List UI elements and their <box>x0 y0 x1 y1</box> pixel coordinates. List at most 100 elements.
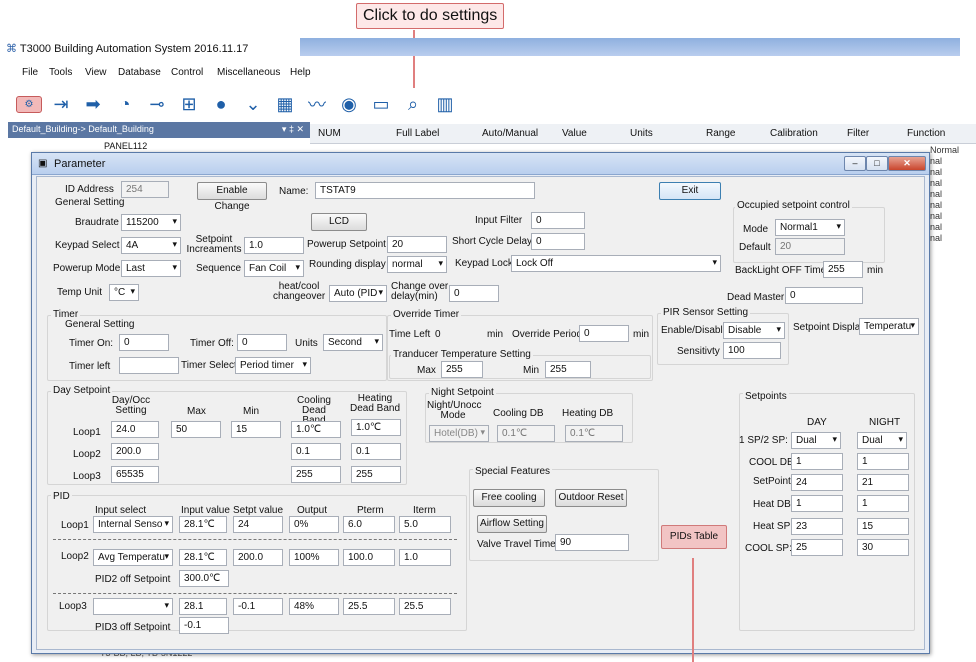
pir-enable-select[interactable]: Disable ▾ <box>723 322 785 339</box>
graph-icon[interactable]: 〰 <box>304 91 330 117</box>
pid-loop1-pterm[interactable]: 6.0 <box>343 516 395 533</box>
tree-pin-controls[interactable]: ▾ ‡ ✕ <box>282 124 304 135</box>
loop2-heat-db[interactable]: 0.1 <box>351 443 401 460</box>
exit-button[interactable]: Exit <box>659 182 721 200</box>
menu-help[interactable]: Help <box>290 67 311 78</box>
col-auto-manual[interactable]: Auto/Manual <box>482 128 538 139</box>
loop1-min[interactable]: 15 <box>231 421 281 438</box>
backlight-field[interactable]: 255 <box>823 261 863 278</box>
timer-on-field[interactable]: 0 <box>119 334 169 351</box>
chevron-down-circle-icon[interactable]: ⌄ <box>240 91 266 117</box>
sp-day-heatsp[interactable]: 23 <box>791 518 843 535</box>
col-value[interactable]: Value <box>562 128 587 139</box>
change-over-field[interactable]: 0 <box>449 285 499 302</box>
input-filter-field[interactable]: 0 <box>531 212 585 229</box>
sp-night-heatdb[interactable]: 1 <box>857 495 909 512</box>
timer-off-field[interactable]: 0 <box>237 334 287 351</box>
loop1-dayocc[interactable]: 24.0 <box>111 421 159 438</box>
tag-icon[interactable]: ● <box>208 91 234 117</box>
close-icon[interactable]: ✕ <box>888 156 926 171</box>
powerup-setpoint-field[interactable]: 20 <box>387 236 447 253</box>
tree-item-panel[interactable]: PANEL112 <box>104 141 147 151</box>
pir-sensitivity-field[interactable]: 100 <box>723 342 781 359</box>
loop2-dayocc[interactable]: 200.0 <box>111 443 159 460</box>
pid-loop3-pterm[interactable]: 25.5 <box>343 598 395 615</box>
search-icon[interactable]: ⌕ <box>400 91 426 117</box>
sp-day-1sp2sp[interactable]: Dual ▾ <box>791 432 841 449</box>
menu-control[interactable]: Control <box>171 67 203 78</box>
pid-loop1-input-select[interactable]: Internal Senso ▾ <box>93 516 173 533</box>
lcd-button[interactable]: LCD <box>311 213 367 231</box>
menu-database[interactable]: Database <box>118 67 161 78</box>
dead-master-field[interactable]: 0 <box>785 287 863 304</box>
col-units[interactable]: Units <box>630 128 653 139</box>
disc-icon[interactable]: ◉ <box>336 91 362 117</box>
temp-unit-select[interactable]: °C ▾ <box>109 284 139 301</box>
pid-loop3-iterm[interactable]: 25.5 <box>399 598 451 615</box>
monitor-icon[interactable]: ▭ <box>368 91 394 117</box>
name-field[interactable]: TSTAT9 <box>315 182 535 199</box>
col-function[interactable]: Function <box>907 128 945 139</box>
sp-night-1sp2sp[interactable]: Dual ▾ <box>857 432 907 449</box>
sp-day-coolsp[interactable]: 25 <box>791 539 843 556</box>
transducer-min-field[interactable]: 255 <box>545 361 591 378</box>
pid-loop3-input-select[interactable]: ▾ <box>93 598 173 615</box>
outdoor-reset-button[interactable]: Outdoor Reset <box>555 489 627 507</box>
pid-loop2-pterm[interactable]: 100.0 <box>343 549 395 566</box>
override-period-field[interactable]: 0 <box>579 325 629 342</box>
loop2-cool-db[interactable]: 0.1 <box>291 443 341 460</box>
sp-night-setpoint[interactable]: 21 <box>857 474 909 491</box>
arrow-icon[interactable]: ➡ <box>80 91 106 117</box>
pid-loop2-iterm[interactable]: 1.0 <box>399 549 451 566</box>
short-cycle-field[interactable]: 0 <box>531 233 585 250</box>
pid3-off-setpoint-field[interactable]: -0.1 <box>179 617 229 634</box>
menu-view[interactable]: View <box>85 67 107 78</box>
rounding-select[interactable]: normal ▾ <box>387 256 447 273</box>
loop1-heat-db[interactable]: 1.0℃ <box>351 419 401 436</box>
pid2-off-setpoint-field[interactable]: 300.0℃ <box>179 570 229 587</box>
valve-travel-field[interactable]: 90 <box>555 534 629 551</box>
keyboard-icon[interactable]: ▦ <box>272 91 298 117</box>
menu-file[interactable]: File <box>22 67 38 78</box>
settings-gear-icon[interactable]: ⚙ <box>16 95 42 113</box>
powerup-mode-select[interactable]: Last ▾ <box>121 260 181 277</box>
minimize-icon[interactable]: – <box>844 156 866 171</box>
loop3-heat-db[interactable]: 255 <box>351 466 401 483</box>
pid-loop2-input-select[interactable]: Avg Temperatu ▾ <box>93 549 173 566</box>
building-icon[interactable]: ▥ <box>432 91 458 117</box>
transducer-max-field[interactable]: 255 <box>441 361 483 378</box>
loop1-cool-db[interactable]: 1.0℃ <box>291 421 341 438</box>
sequence-select[interactable]: Fan Coil ▾ <box>244 260 304 277</box>
setpoint-incr-field[interactable]: 1.0 <box>244 237 304 254</box>
pid-loop1-iterm[interactable]: 5.0 <box>399 516 451 533</box>
dialog-titlebar[interactable]: ▣ Parameter – □ ✕ <box>32 153 929 175</box>
baudrate-select[interactable]: 115200 ▾ <box>121 214 181 231</box>
keypad-lock-select[interactable]: Lock Off ▾ <box>511 255 721 272</box>
loop3-dayocc[interactable]: 65535 <box>111 466 159 483</box>
menu-tools[interactable]: Tools <box>49 67 72 78</box>
enable-change-button[interactable]: Enable Change <box>197 182 267 212</box>
maximize-icon[interactable]: □ <box>866 156 888 171</box>
network-icon[interactable]: ⊞ <box>176 91 202 117</box>
sp-night-heatsp[interactable]: 15 <box>857 518 909 535</box>
connect-icon[interactable]: ⇥ <box>48 91 74 117</box>
loop1-max[interactable]: 50 <box>171 421 221 438</box>
sp-day-cooldb[interactable]: 1 <box>791 453 843 470</box>
col-range[interactable]: Range <box>706 128 735 139</box>
airflow-setting-button[interactable]: Airflow Setting <box>477 515 547 533</box>
sp-night-coolsp[interactable]: 30 <box>857 539 909 556</box>
col-full-label[interactable]: Full Label <box>396 128 439 139</box>
mode-select[interactable]: Normal1 ▾ <box>775 219 845 236</box>
timer-select[interactable]: Period timer ▾ <box>235 357 311 374</box>
pids-table-button[interactable]: PIDs Table <box>661 525 727 549</box>
loop3-cool-db[interactable]: 255 <box>291 466 341 483</box>
col-filter[interactable]: Filter <box>847 128 869 139</box>
free-cooling-button[interactable]: Free cooling <box>473 489 545 507</box>
sp-night-cooldb[interactable]: 1 <box>857 453 909 470</box>
keypad-select[interactable]: 4A ▾ <box>121 237 181 254</box>
setpoint-display-select[interactable]: Temperatu ▾ <box>859 318 919 335</box>
sp-day-heatdb[interactable]: 1 <box>791 495 843 512</box>
sp-day-setpoint[interactable]: 24 <box>791 474 843 491</box>
heat-cool-select[interactable]: Auto (PID ▾ <box>329 285 387 302</box>
gauge-icon[interactable]: ◔ <box>112 91 138 117</box>
